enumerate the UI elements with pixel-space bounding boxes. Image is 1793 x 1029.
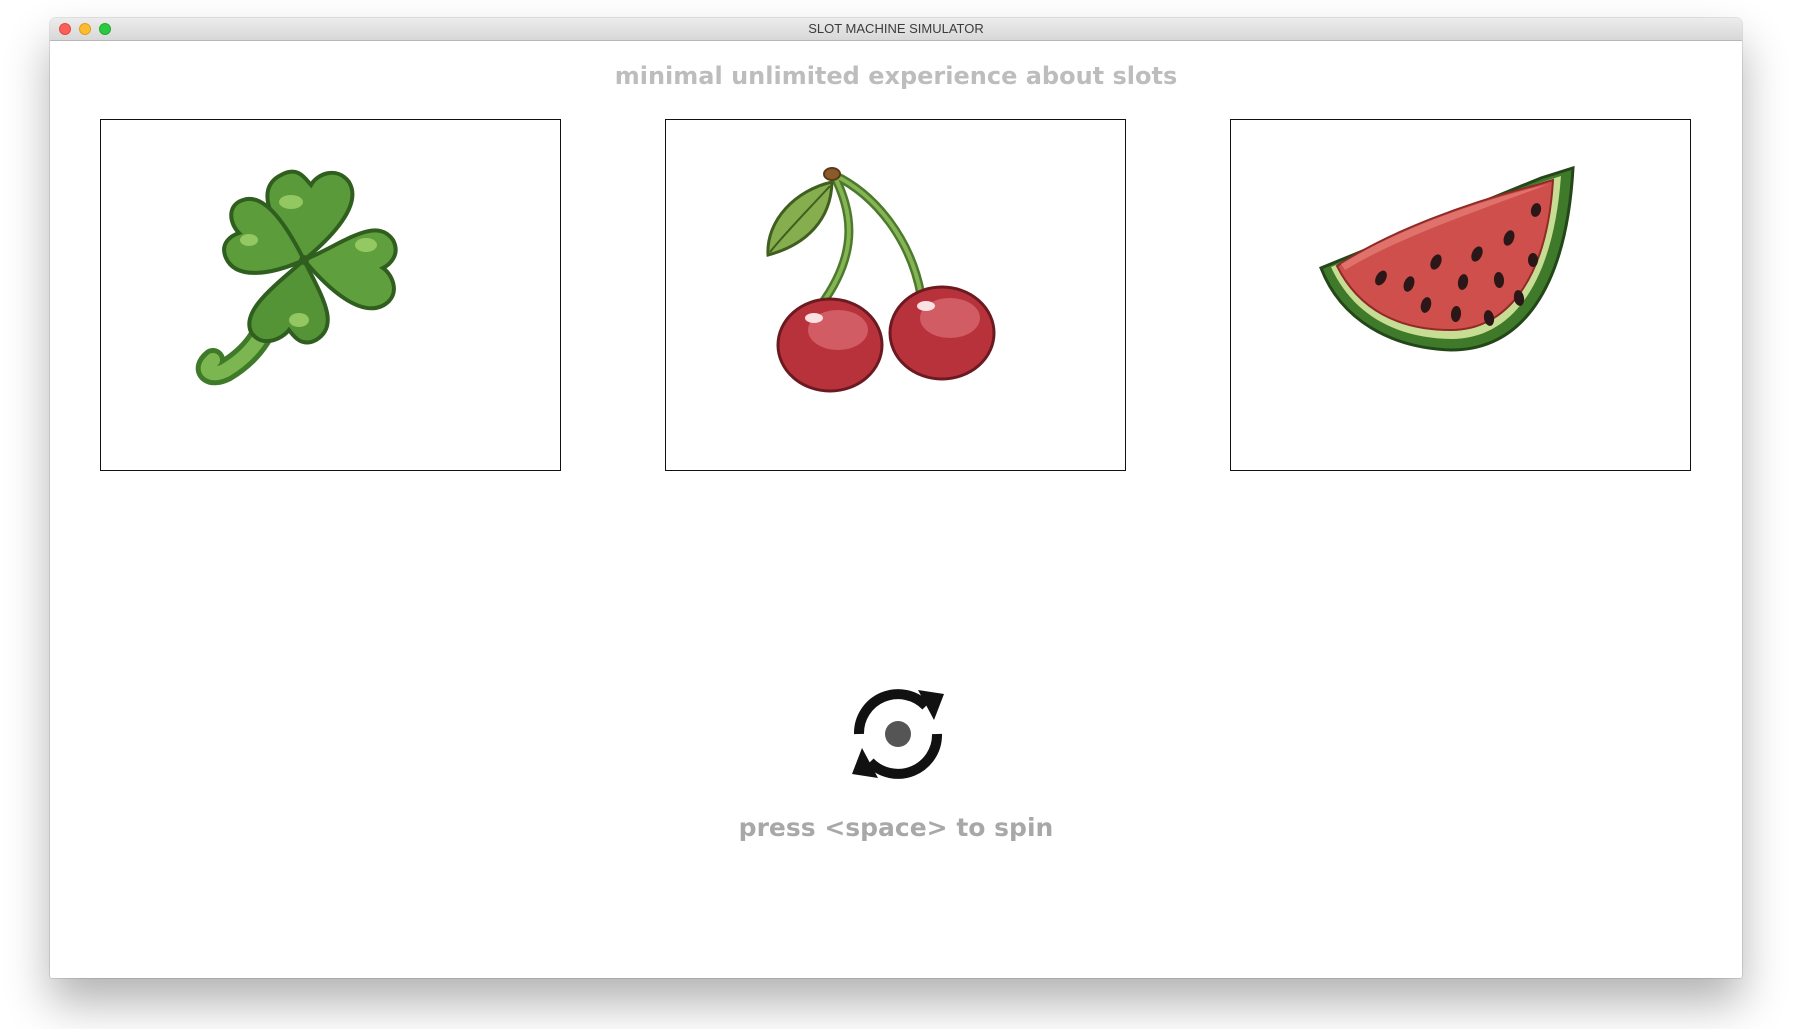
watermelon-icon	[1319, 165, 1575, 352]
window-title: SLOT MACHINE SIMULATOR	[808, 21, 984, 36]
spin-button[interactable]	[842, 678, 954, 790]
refresh-icon	[852, 689, 944, 779]
clover-icon	[195, 169, 398, 386]
app-window: SLOT MACHINE SIMULATOR minimal unlimited…	[50, 18, 1742, 978]
spin-hint: press <space> to spin	[738, 813, 1054, 842]
reel-3	[1230, 119, 1691, 471]
reel-1	[100, 119, 561, 471]
cherries-icon	[766, 167, 996, 393]
reel-2	[665, 119, 1126, 471]
title-bar: SLOT MACHINE SIMULATOR	[50, 18, 1742, 41]
page-subtitle: minimal unlimited experience about slots	[614, 62, 1178, 90]
